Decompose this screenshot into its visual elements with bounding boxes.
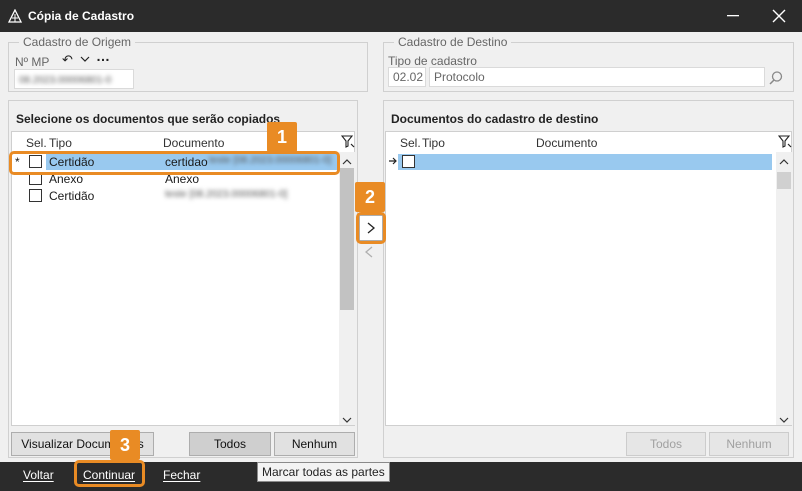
fechar-link[interactable]: Fechar [163, 468, 200, 482]
chevron-down-icon[interactable] [80, 52, 90, 66]
tipo-cadastro-name[interactable]: Protocolo [429, 67, 765, 87]
mp-value: 08.2023.00006801-0 [19, 75, 112, 86]
step-badge-1-label: 1 [276, 126, 287, 147]
tooltip: Marcar todas as partes [257, 462, 390, 482]
search-button[interactable] [768, 70, 784, 86]
step-badge-2-label: 2 [364, 186, 375, 207]
scroll-up-icon[interactable] [342, 155, 352, 169]
row-tipo: Certidão [49, 189, 95, 203]
step-badge-3-label: 3 [119, 434, 130, 455]
origem-group-label: Cadastro de Origem [19, 35, 136, 49]
col-tipo-header: Tipo [49, 136, 72, 150]
window-title: Cópia de Cadastro [28, 9, 135, 23]
table-row[interactable]: Certidão teste [08.2023.00006801-0] [12, 188, 338, 204]
chevron-left-icon [364, 246, 373, 258]
highlight-first-row [9, 151, 340, 175]
tipo-cadastro-label: Tipo de cadastro [388, 54, 477, 68]
col-documento-header: Documento [163, 136, 225, 150]
scroll-down-icon[interactable] [342, 413, 352, 427]
right-panel-title: Documentos do cadastro de destino [391, 112, 599, 126]
more-icon[interactable]: … [96, 48, 110, 64]
new-row[interactable] [386, 154, 776, 170]
select-all-destination-button[interactable]: Todos [626, 432, 706, 456]
select-all-destination-label: Todos [649, 437, 683, 451]
voltar-link[interactable]: Voltar [23, 468, 54, 482]
tipo-cadastro-code-value: 02.02 [393, 70, 424, 84]
move-left-button[interactable] [364, 246, 378, 260]
row-checkbox[interactable] [29, 189, 42, 202]
scroll-up-icon[interactable] [779, 155, 789, 169]
arrow-right-icon [388, 155, 398, 170]
select-none-source-button[interactable]: Nenhum [274, 432, 355, 456]
tipo-cadastro-code[interactable]: 02.02 [388, 67, 426, 87]
select-all-source-label: Todos [213, 437, 247, 451]
row-selection-highlight [398, 154, 772, 170]
right-scrollbar[interactable] [776, 152, 792, 425]
tooltip-text: Marcar todas as partes [262, 465, 385, 479]
highlight-continuar [74, 460, 145, 487]
search-icon [769, 71, 783, 85]
scroll-thumb[interactable] [340, 168, 354, 310]
app-logo-icon [8, 9, 22, 23]
scroll-thumb[interactable] [777, 172, 791, 189]
source-documents-grid: Sel. Tipo Documento * Certidão certidao … [11, 131, 355, 426]
left-scrollbar[interactable] [339, 152, 355, 425]
col-documento-header: Documento [536, 136, 598, 150]
close-button[interactable] [756, 0, 802, 32]
select-all-source-button[interactable]: Todos [189, 432, 271, 456]
filter-icon[interactable] [777, 135, 792, 152]
select-none-source-label: Nenhum [291, 437, 338, 451]
step-badge-3: 3 [110, 430, 140, 460]
close-icon [772, 9, 786, 23]
destination-documents-grid: Sel. Tipo Documento [385, 131, 792, 426]
copia-cadastro-window: Cópia de Cadastro Cadastro de Origem Nº … [0, 0, 802, 491]
row-checkbox[interactable] [402, 155, 415, 168]
select-none-destination-label: Nenhum [726, 437, 772, 451]
col-sel-header: Sel. [26, 136, 47, 150]
col-tipo-header: Tipo [422, 136, 445, 150]
filter-icon[interactable] [340, 135, 355, 152]
scroll-down-icon[interactable] [779, 413, 789, 427]
mp-field[interactable]: 08.2023.00006801-0 [14, 69, 134, 89]
tipo-cadastro-name-value: Protocolo [434, 70, 485, 84]
col-sel-header: Sel. [400, 136, 421, 150]
minimize-button[interactable] [710, 0, 756, 32]
left-panel-title: Selecione os documentos que serão copiad… [16, 112, 281, 126]
row-documento-extra: teste [08.2023.00006801-0] [165, 189, 288, 200]
step-badge-1: 1 [267, 122, 297, 152]
step-badge-2: 2 [355, 182, 385, 212]
mp-label: Nº MP [15, 55, 50, 69]
undo-icon[interactable]: ↶ [62, 52, 73, 68]
minimize-icon [727, 15, 739, 17]
select-none-destination-button[interactable]: Nenhum [709, 432, 789, 456]
title-bar: Cópia de Cadastro [0, 0, 802, 32]
destino-group-label: Cadastro de Destino [394, 35, 512, 49]
highlight-move-right [356, 212, 386, 244]
